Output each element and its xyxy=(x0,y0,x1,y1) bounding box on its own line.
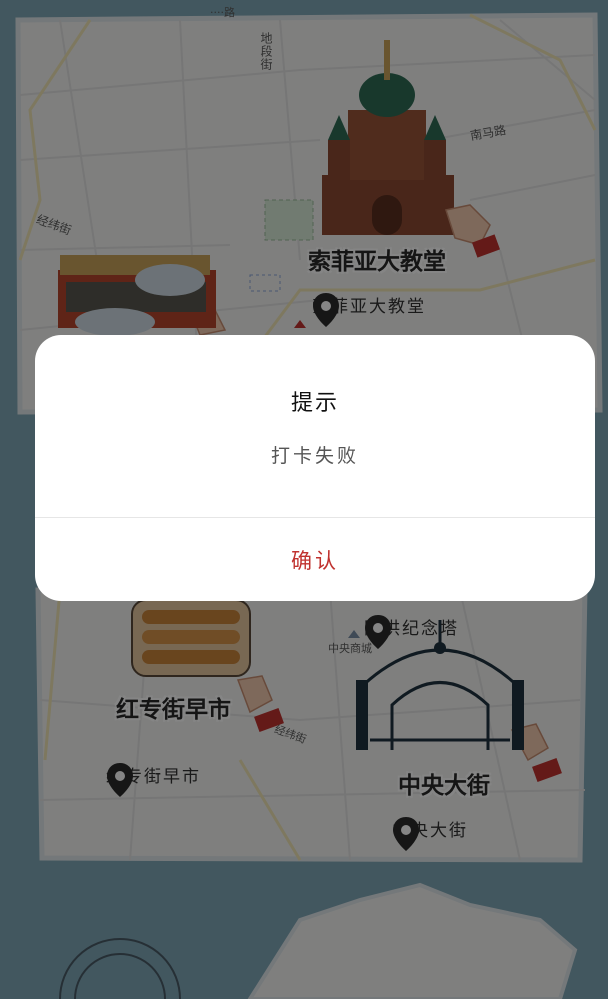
dialog-title: 提示 xyxy=(290,391,339,416)
confirm-button[interactable]: 确认 xyxy=(35,518,595,601)
dialog-message: 打卡失败 xyxy=(270,445,359,467)
alert-dialog: 提示 打卡失败 确认 xyxy=(35,335,595,601)
